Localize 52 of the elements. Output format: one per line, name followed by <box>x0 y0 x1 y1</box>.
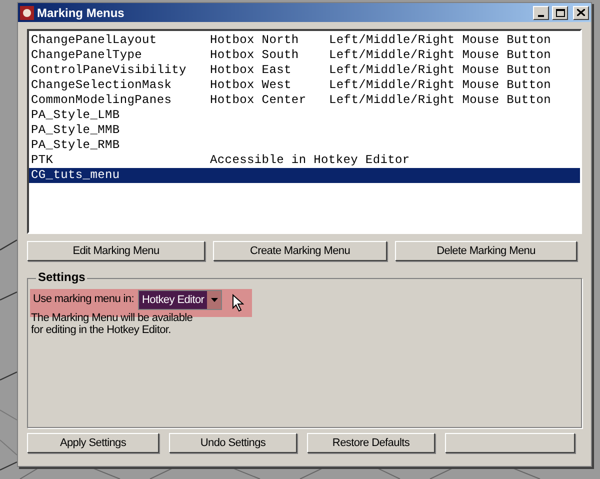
menu-row[interactable]: PA_Style_LMB <box>29 108 580 123</box>
close-button[interactable] <box>573 6 589 20</box>
menu-cell-text: Hotbox South <box>210 48 300 63</box>
menu-cell-text: PA_Style_LMB <box>31 108 121 123</box>
app-icon <box>20 6 34 20</box>
menu-cell-text: ChangeSelectionMask <box>31 78 173 93</box>
dropdown-arrow-icon <box>210 298 218 302</box>
group-title: Settings <box>36 270 88 284</box>
menu-row[interactable]: ChangeSelectionMask Hotbox West Left/Middle/Right Mouse Button <box>29 78 580 93</box>
menu-cell: Left/Middle/Right Mouse Button <box>329 78 552 93</box>
menu-cell: Left/Middle/Right Mouse Button <box>329 63 552 78</box>
menu-cell: Left/Middle/Right Mouse Button <box>329 48 552 63</box>
menu-cell-text: Hotbox East <box>210 63 292 78</box>
maximize-icon <box>556 8 564 16</box>
menu-row[interactable]: ControlPaneVisibility Hotbox East Left/Middle/Right Mouse Button <box>29 63 580 78</box>
editor-dropdown[interactable]: Hotkey Editor <box>138 290 222 310</box>
window-title: Marking Menus <box>37 4 124 22</box>
menu-cell-text: CommonModelingPanes <box>31 93 173 108</box>
menu-row[interactable]: CG_tuts_menu <box>29 168 580 183</box>
use-menu-label: Use marking menu in: <box>33 292 134 306</box>
menu-action-button[interactable]: Delete Marking Menu <box>395 241 577 261</box>
menu-cell: Left/Middle/Right Mouse Button <box>329 93 552 108</box>
menu-cell-text: PA_Style_MMB <box>31 123 121 138</box>
settings-button[interactable]: Apply Settings <box>27 433 159 453</box>
menu-cell-text: ChangePanelLayout <box>31 33 158 48</box>
menu-cell-text: PA_Style_RMB <box>31 138 121 153</box>
menu-cell-text: Hotbox Center <box>210 93 308 108</box>
menu-row[interactable]: PA_Style_RMB <box>29 138 580 153</box>
menu-action-button[interactable]: Edit Marking Menu <box>27 241 205 261</box>
menu-cell-text: ControlPaneVisibility <box>31 63 188 78</box>
menu-cell-text: Hotbox West <box>210 78 292 93</box>
dialog-button[interactable] <box>445 433 575 453</box>
menu-row[interactable]: ChangePanelLayout Hotbox North Left/Middle/Right Mouse Button <box>29 33 580 48</box>
menu-row[interactable]: PA_Style_MMB <box>29 123 580 138</box>
cursor-icon <box>232 294 244 312</box>
maximize-button[interactable] <box>552 6 568 20</box>
menu-cell-text: ChangePanelType <box>31 48 144 63</box>
menu-cell: Accessible in Hotkey Editor <box>210 153 410 168</box>
menu-cell-text: PTK <box>31 153 54 168</box>
settings-description: The Marking Menu will be available for editing in the Hotkey Editor. <box>31 312 194 336</box>
menu-cell-text: CG_tuts_menu <box>31 168 121 183</box>
menu-cell-text: Hotbox North <box>210 33 300 48</box>
minimize-button[interactable] <box>533 6 549 20</box>
menu-row[interactable]: PTK Accessible in Hotkey Editor <box>29 153 580 168</box>
menu-row[interactable]: CommonModelingPanes Hotbox Center Left/Middle/Right Mouse Button <box>29 93 580 108</box>
minimize-icon <box>538 14 544 16</box>
close-icon <box>577 9 585 16</box>
menu-cell: Left/Middle/Right Mouse Button <box>329 33 552 48</box>
settings-button[interactable]: Undo Settings <box>169 433 297 453</box>
menu-row[interactable]: ChangePanelType Hotbox South Left/Middle/Right Mouse Button <box>29 48 580 63</box>
settings-button[interactable]: Restore Defaults <box>307 433 435 453</box>
menu-action-button[interactable]: Create Marking Menu <box>213 241 387 261</box>
